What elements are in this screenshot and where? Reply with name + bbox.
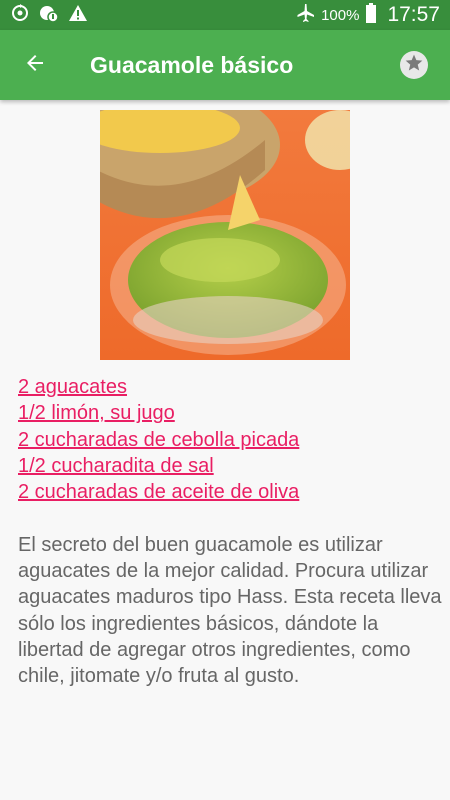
status-right-icons: 100% 17:57 bbox=[295, 2, 450, 28]
ingredient-list: 2 aguacates 1/2 limón, su jugo 2 cuchara… bbox=[18, 374, 438, 505]
guacamole-photo bbox=[100, 110, 350, 360]
sync-icon bbox=[10, 3, 30, 28]
battery-percent: 100% bbox=[321, 6, 360, 24]
ingredient-link[interactable]: 1/2 limón, su jugo bbox=[18, 400, 438, 426]
recipe-description: El secreto del buen guacamole es utiliza… bbox=[18, 534, 442, 688]
status-clock: 17:57 bbox=[387, 3, 440, 26]
status-bar: 100% 17:57 bbox=[0, 0, 450, 30]
back-button[interactable] bbox=[0, 30, 70, 100]
app-bar: Guacamole básico bbox=[0, 30, 450, 100]
favorite-button[interactable] bbox=[400, 51, 428, 79]
arrow-back-icon bbox=[23, 51, 47, 80]
page-title: Guacamole básico bbox=[90, 51, 294, 78]
ingredient-link[interactable]: 2 aguacates bbox=[18, 374, 438, 400]
status-left-icons bbox=[0, 3, 88, 28]
recipe-image bbox=[100, 110, 350, 360]
airplane-icon bbox=[295, 3, 315, 28]
ingredient-link[interactable]: 1/2 cucharadita de sal bbox=[18, 453, 438, 479]
ingredient-link[interactable]: 2 cucharadas de cebolla picada bbox=[18, 427, 438, 453]
notification-icon bbox=[38, 3, 60, 28]
warning-icon bbox=[68, 4, 88, 27]
star-icon bbox=[404, 53, 424, 78]
ingredient-link[interactable]: 2 cucharadas de aceite de oliva bbox=[18, 479, 438, 505]
battery-icon bbox=[365, 2, 377, 28]
